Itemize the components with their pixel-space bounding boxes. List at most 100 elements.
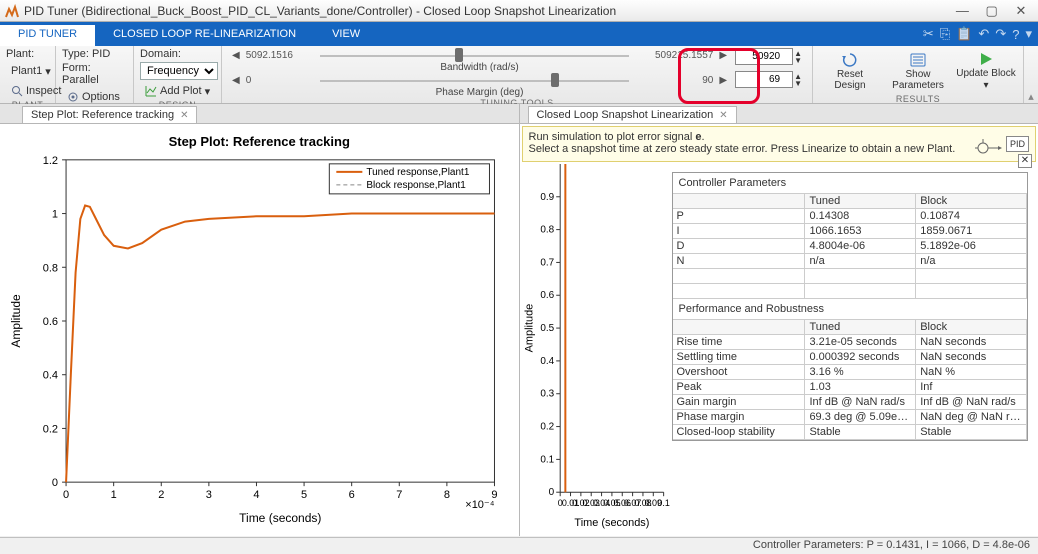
tab-relinearization[interactable]: CLOSED LOOP RE-LINEARIZATION xyxy=(95,22,314,46)
qa-copy-icon[interactable]: ⎘ xyxy=(940,26,950,42)
svg-text:0.4: 0.4 xyxy=(540,356,554,367)
table-row: Nn/an/a xyxy=(673,254,1028,269)
svg-text:0.5: 0.5 xyxy=(540,323,554,334)
table-row: Overshoot3.16 %NaN % xyxy=(673,365,1028,380)
form-value: Parallel xyxy=(62,74,99,86)
svg-text:1: 1 xyxy=(52,209,58,221)
qa-cut-icon[interactable]: ✂ xyxy=(923,26,934,42)
show-parameters-button[interactable]: Show Parameters xyxy=(887,48,949,94)
magnifier-icon xyxy=(11,85,23,97)
svg-text:6: 6 xyxy=(349,489,355,501)
step-plot-chart: Step Plot: Reference tracking01234567890… xyxy=(4,128,515,532)
svg-text:0.8: 0.8 xyxy=(540,225,554,236)
svg-text:2: 2 xyxy=(158,489,164,501)
svg-text:0.7: 0.7 xyxy=(540,257,554,268)
bw-max-label: 509215.1557 xyxy=(635,50,713,61)
doc-tab-step-plot[interactable]: Step Plot: Reference tracking✕ xyxy=(22,106,197,123)
domain-dropdown[interactable]: Frequency xyxy=(140,62,218,80)
svg-text:Time (seconds): Time (seconds) xyxy=(239,511,321,525)
window-title: PID Tuner (Bidirectional_Buck_Boost_PID_… xyxy=(24,4,949,18)
svg-text:0.3: 0.3 xyxy=(540,389,554,400)
table-row: Rise time3.21e-05 secondsNaN seconds xyxy=(673,335,1028,350)
svg-text:Step Plot: Reference tracking: Step Plot: Reference tracking xyxy=(169,134,350,149)
close-button[interactable]: ✕ xyxy=(1008,3,1034,19)
svg-text:Amplitude: Amplitude xyxy=(523,304,535,353)
bandwidth-input[interactable] xyxy=(735,48,793,65)
svg-text:0.2: 0.2 xyxy=(43,423,58,435)
domain-label: Domain: xyxy=(140,48,218,60)
tab-pid-tuner[interactable]: PID TUNER xyxy=(0,22,95,46)
table-row: Settling time0.000392 secondsNaN seconds xyxy=(673,350,1028,365)
snapshot-axes: 00.10.20.30.40.50.60.70.80.900.010.020.0… xyxy=(520,154,670,532)
tab-view[interactable]: VIEW xyxy=(314,22,378,46)
ribbon-tabs: PID TUNER CLOSED LOOP RE-LINEARIZATION V… xyxy=(0,22,1038,46)
chevron-left-icon[interactable]: ◀ xyxy=(232,50,240,61)
phasemargin-input[interactable] xyxy=(735,71,793,88)
chevron-left-icon[interactable]: ◀ xyxy=(232,75,240,86)
table-row: P0.143080.10874 xyxy=(673,209,1028,224)
svg-text:0: 0 xyxy=(52,477,58,489)
svg-text:4: 4 xyxy=(253,489,259,501)
qa-minimize-ribbon-icon[interactable]: ▾ xyxy=(1025,26,1032,42)
gear-icon xyxy=(67,91,79,103)
bw-min-label: 5092.1516 xyxy=(246,50,314,61)
window-controls: — ▢ ✕ xyxy=(949,3,1034,19)
update-block-button[interactable]: Update Block ▾ xyxy=(955,48,1017,94)
statusbar: Controller Parameters: P = 0.1431, I = 1… xyxy=(0,537,1038,554)
qa-paste-icon[interactable]: 📋 xyxy=(956,26,972,42)
app-icon xyxy=(4,3,20,19)
reset-icon xyxy=(842,52,858,68)
qa-undo-icon[interactable]: ↶ xyxy=(978,26,989,42)
type-label: Type: xyxy=(62,48,89,60)
table-row: I1066.16531859.0671 xyxy=(673,224,1028,239)
bw-label: Bandwidth (rad/s) xyxy=(232,62,727,73)
svg-text:1.2: 1.2 xyxy=(43,155,58,167)
svg-text:Amplitude: Amplitude xyxy=(9,294,23,348)
close-params-button[interactable]: ✕ xyxy=(1018,154,1032,168)
svg-text:0.6: 0.6 xyxy=(540,290,554,301)
plot-icon xyxy=(145,85,157,97)
minimize-button[interactable]: — xyxy=(949,3,975,18)
table-row: Phase margin69.3 deg @ 5.09e+04 ...NaN d… xyxy=(673,410,1028,425)
maximize-button[interactable]: ▢ xyxy=(979,3,1005,19)
collapse-ribbon-icon[interactable]: ▴ xyxy=(1024,46,1038,103)
type-value: PID xyxy=(92,48,110,60)
svg-text:0.4: 0.4 xyxy=(43,370,58,382)
form-label: Form: xyxy=(62,62,91,74)
svg-text:0.6: 0.6 xyxy=(43,316,58,328)
svg-text:5: 5 xyxy=(301,489,307,501)
table-row: D4.8004e-065.1892e-06 xyxy=(673,239,1028,254)
close-icon[interactable]: ✕ xyxy=(719,110,727,121)
reset-design-button[interactable]: Reset Design xyxy=(819,48,881,94)
qa-redo-icon[interactable]: ↷ xyxy=(995,26,1006,42)
chevron-down-icon: ▾ xyxy=(983,80,988,91)
table-row: Gain marginInf dB @ NaN rad/sInf dB @ Na… xyxy=(673,395,1028,410)
pid-block-icon: PID xyxy=(1006,136,1029,152)
pm-min-label: 0 xyxy=(246,75,314,86)
svg-text:1: 1 xyxy=(111,489,117,501)
ribbon-toolbar: Plant: Plant1 ▾ Inspect PLANT Type: PID … xyxy=(0,46,1038,104)
pm-label: Phase Margin (deg) xyxy=(232,87,727,98)
chevron-right-icon[interactable]: ▶ xyxy=(719,75,727,86)
table-row: Peak1.03Inf xyxy=(673,380,1028,395)
close-icon[interactable]: ✕ xyxy=(180,110,188,121)
phase-margin-slider[interactable] xyxy=(320,73,630,87)
add-plot-button[interactable]: Add Plot ▾ xyxy=(140,82,218,100)
svg-text:×10⁻⁴: ×10⁻⁴ xyxy=(465,499,494,511)
table-row: Closed-loop stabilityStableStable xyxy=(673,425,1028,440)
doc-tab-closed-loop[interactable]: Closed Loop Snapshot Linearization✕ xyxy=(528,106,737,123)
bandwidth-slider[interactable] xyxy=(320,48,630,62)
params-title: Controller Parameters xyxy=(673,173,1028,194)
params-table: Controller Parameters TunedBlock P0.1430… xyxy=(672,172,1029,441)
chevron-right-icon[interactable]: ▶ xyxy=(719,50,727,61)
svg-text:3: 3 xyxy=(206,489,212,501)
pm-max-label: 90 xyxy=(635,75,713,86)
sum-icon xyxy=(974,131,1004,157)
pm-spin-down[interactable]: ▼ xyxy=(794,80,802,87)
svg-text:0.8: 0.8 xyxy=(43,262,58,274)
bw-spin-down[interactable]: ▼ xyxy=(794,57,802,64)
svg-text:0: 0 xyxy=(63,489,69,501)
qa-help-icon[interactable]: ? xyxy=(1012,27,1019,42)
svg-text:7: 7 xyxy=(396,489,402,501)
svg-text:8: 8 xyxy=(444,489,450,501)
